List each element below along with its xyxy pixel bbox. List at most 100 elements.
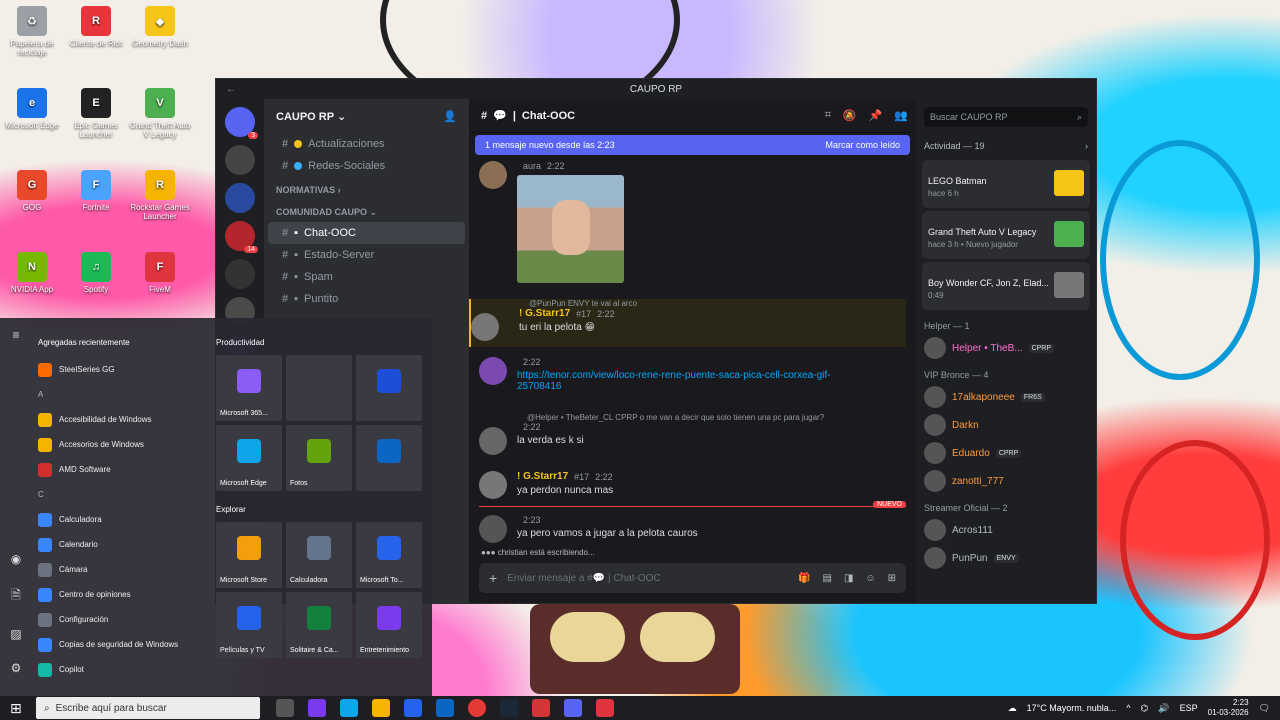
file-explorer-icon[interactable] [372, 699, 390, 717]
clock[interactable]: 2:23 01-03-2026 [1208, 698, 1249, 718]
apps-icon[interactable]: ⊞ [888, 573, 896, 584]
document-icon[interactable]: 🗎 [11, 586, 21, 607]
sticker-icon[interactable]: ◨ [844, 573, 853, 584]
gear-icon[interactable]: ⚙ [11, 661, 22, 675]
pin-icon[interactable]: 📌 [869, 109, 883, 122]
message-link[interactable]: https://tenor.com/view/loco-rene-rene-pu… [517, 370, 867, 392]
desktop-icon[interactable]: ◆ Geometry Dash [128, 6, 192, 48]
server-header[interactable]: CAUPO RP ⌄ 👤 [264, 99, 469, 133]
author-name[interactable]: ! G.Starr17 [517, 471, 568, 482]
network-icon[interactable]: ⌬ [1141, 703, 1149, 714]
start-tile[interactable]: Microsoft 365... [216, 355, 282, 421]
reply-preview[interactable]: @Helper • TheBeter_CL CPRP o me van a de… [527, 413, 906, 422]
copilot-icon[interactable] [308, 699, 326, 717]
app-list-item[interactable]: Copias de seguridad de Windows [38, 632, 208, 657]
app-list-item[interactable]: Centro de opiniones [38, 582, 208, 607]
language-indicator[interactable]: ESP [1180, 703, 1198, 713]
mark-read-button[interactable]: Marcar como leído [825, 140, 900, 150]
plus-icon[interactable]: + [489, 570, 497, 586]
hamburger-icon[interactable]: ≡ [12, 328, 19, 342]
desktop-icon[interactable]: R Rockstar Games Launcher [128, 170, 192, 221]
app-list-item[interactable]: Configuración [38, 607, 208, 632]
start-tile[interactable] [356, 355, 422, 421]
category-comunidad[interactable]: COMUNIDAD CAUPO ⌄ [264, 199, 469, 222]
chrome-icon[interactable] [468, 699, 486, 717]
channel-item[interactable]: # ▪ Estado-Server [268, 244, 465, 266]
start-tile[interactable]: Solitaire & Ca... [286, 592, 352, 658]
mute-icon[interactable]: 🔕 [843, 109, 857, 122]
desktop-icon[interactable]: N NVIDIA App [0, 252, 64, 294]
volume-icon[interactable]: 🔊 [1158, 703, 1169, 714]
start-tile[interactable]: Entretenimiento [356, 592, 422, 658]
gift-icon[interactable]: 🎁 [798, 573, 810, 584]
discord-icon[interactable] [564, 699, 582, 717]
app-list-item[interactable]: SteelSeries GG [38, 357, 208, 382]
desktop-icon[interactable]: V Grand Theft Auto V Legacy [128, 88, 192, 139]
server-icon[interactable]: 3 [225, 107, 258, 139]
start-tile[interactable] [286, 355, 352, 421]
app-list-item[interactable]: Accesorios de Windows [38, 432, 208, 457]
add-member-icon[interactable]: 👤 [443, 110, 457, 123]
member-item[interactable]: Helper • TheB... CPRP [916, 334, 1096, 362]
message-image[interactable] [517, 175, 624, 283]
desktop-icon[interactable]: F FiveM [128, 252, 192, 294]
avatar[interactable] [479, 161, 507, 189]
app-list-item[interactable]: Calculadora [38, 507, 208, 532]
desktop-icon[interactable]: G GOG [0, 170, 64, 212]
activity-card[interactable]: Grand Theft Auto V Legacy hace 3 h • Nuev… [922, 211, 1090, 259]
start-tile[interactable]: Películas y TV [216, 592, 282, 658]
weather-text[interactable]: 17°C Mayorm. nubla... [1027, 703, 1117, 713]
composer-input[interactable]: Enviar mensaje a #💬 | Chat-OOC [507, 573, 660, 584]
desktop-icon[interactable]: E Epic Games Launcher [64, 88, 128, 139]
desktop-icon[interactable]: F Fortnite [64, 170, 128, 212]
app-list-item[interactable]: Copilot [38, 657, 208, 682]
task-view-icon[interactable] [276, 699, 294, 717]
member-item[interactable]: Darkn [916, 411, 1096, 439]
member-item[interactable]: Eduardo CPRP [916, 439, 1096, 467]
channel-item[interactable]: # ▪ Puntito [268, 288, 465, 310]
user-icon[interactable]: ◉ [11, 552, 21, 566]
desktop-icon[interactable]: ♫ Spotify [64, 252, 128, 294]
avatar[interactable] [479, 427, 507, 455]
start-tile[interactable]: Microsoft Store [216, 522, 282, 588]
member-item[interactable]: Acros111 [916, 516, 1096, 544]
activity-card[interactable]: Boy Wonder CF, Jon Z, Elad... 0:49 [922, 262, 1090, 310]
server-icon[interactable] [225, 145, 255, 175]
server-icon[interactable] [225, 183, 255, 213]
riot-icon[interactable] [532, 699, 550, 717]
members-icon[interactable]: 👥 [894, 109, 908, 122]
taskbar-search[interactable]: ⌕ Escribe aquí para buscar [36, 697, 260, 719]
member-item[interactable]: zanotti_777 [916, 467, 1096, 495]
emoji-icon[interactable]: ☺ [865, 573, 875, 584]
fivem-icon[interactable] [596, 699, 614, 717]
activity-card[interactable]: LEGO Batman hace 6 h [922, 160, 1090, 208]
desktop-icon[interactable]: ♻ Papelera de reciclaje [0, 6, 64, 57]
windows-start-icon[interactable]: ⊞ [10, 700, 22, 717]
category-normativas[interactable]: NORMATIVAS › [264, 177, 469, 199]
channel-item[interactable]: # Redes-Sociales [268, 155, 465, 177]
app-list-item[interactable]: Calendario [38, 532, 208, 557]
app-list-item[interactable]: Accesibilidad de Windows [38, 407, 208, 432]
message-composer[interactable]: + Enviar mensaje a #💬 | Chat-OOC 🎁 ▤ ◨ ☺… [479, 563, 906, 593]
desktop-icon[interactable]: e Microsoft Edge [0, 88, 64, 130]
channel-item[interactable]: # ▪ Spam [268, 266, 465, 288]
new-messages-banner[interactable]: 1 mensaje nuevo desde las 2:23 Marcar co… [475, 135, 910, 155]
outlook-icon[interactable] [436, 699, 454, 717]
store-icon[interactable] [404, 699, 422, 717]
start-tile[interactable] [356, 425, 422, 491]
steam-icon[interactable] [500, 699, 518, 717]
start-tile[interactable]: Microsoft To... [356, 522, 422, 588]
picture-icon[interactable]: ▨ [10, 627, 21, 641]
gif-icon[interactable]: ▤ [822, 573, 831, 584]
notification-icon[interactable]: 🗨 [1259, 703, 1270, 714]
app-list-item[interactable]: Cámara [38, 557, 208, 582]
author-name[interactable]: ! G.Starr17 [519, 308, 570, 319]
back-arrow-icon[interactable]: ← [226, 84, 236, 95]
start-tile[interactable]: Fotos [286, 425, 352, 491]
start-tile[interactable]: Microsoft Edge [216, 425, 282, 491]
server-icon[interactable] [225, 259, 255, 289]
channel-item[interactable]: # Actualizaciones [268, 133, 465, 155]
chevron-up-icon[interactable]: ^ [1126, 703, 1130, 713]
avatar[interactable] [479, 471, 507, 499]
edge-icon[interactable] [340, 699, 358, 717]
